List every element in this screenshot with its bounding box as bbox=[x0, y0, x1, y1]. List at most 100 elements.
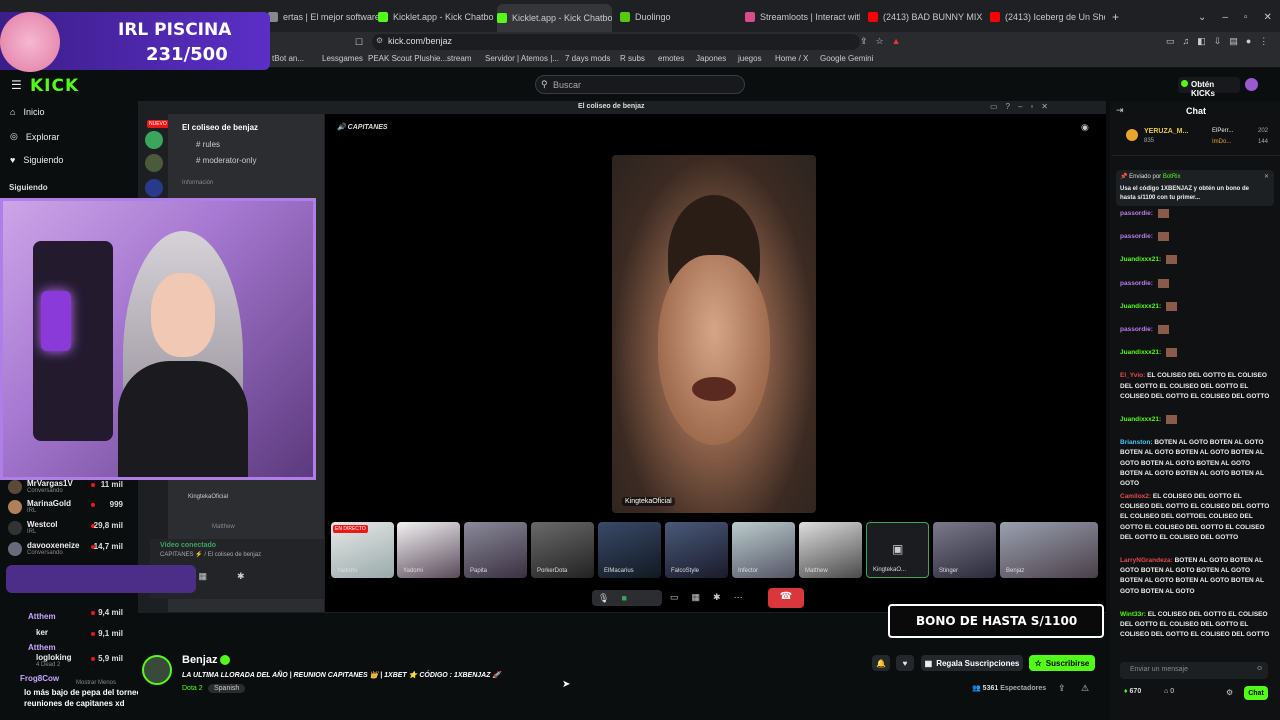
chat-username[interactable]: Juandixxx21: bbox=[1120, 349, 1161, 356]
following-channel[interactable]: MarinaGold IRL 999 bbox=[8, 498, 123, 518]
server-icon[interactable] bbox=[145, 131, 163, 149]
participant-tile[interactable]: PorkerDota bbox=[531, 522, 594, 578]
hamburger-menu-icon[interactable]: ☰ bbox=[11, 78, 22, 92]
music-icon[interactable]: ♫ bbox=[1183, 36, 1190, 47]
emoji-icon[interactable]: ☺ bbox=[1256, 665, 1263, 672]
kicks-balance[interactable]: ⌂ 0 bbox=[1164, 688, 1174, 695]
chat-username[interactable]: passordie: bbox=[1120, 280, 1153, 287]
streamer-avatar[interactable] bbox=[142, 655, 172, 685]
follow-button[interactable]: ♥ bbox=[896, 655, 914, 671]
bookmark-item[interactable]: Japones bbox=[696, 54, 726, 63]
chat-username[interactable]: Brianston: bbox=[1120, 439, 1153, 446]
chat-username[interactable]: Juandixxx21: bbox=[1120, 303, 1161, 310]
menu-icon[interactable]: ⋮ bbox=[1259, 36, 1268, 47]
bookmark-item[interactable]: PEAK Scout Plushie... bbox=[368, 54, 447, 63]
star-icon[interactable]: ☆ bbox=[876, 36, 884, 47]
subscribe-button[interactable]: ☆ Suscribirse bbox=[1029, 655, 1095, 671]
chat-username[interactable]: Camilox2: bbox=[1120, 493, 1151, 500]
bookmark-item[interactable]: juegos bbox=[738, 54, 762, 63]
following-channel[interactable]: Westcol IRL 29,8 mil bbox=[8, 519, 123, 539]
grid-icon[interactable]: ▦ bbox=[199, 571, 208, 582]
browser-tab-active[interactable]: Kicklet.app - Kick Chatbot and Over bbox=[497, 4, 612, 32]
report-icon[interactable]: ⚠ bbox=[1081, 683, 1089, 694]
participant-tile[interactable]: Benjaz bbox=[1000, 522, 1098, 578]
more-options-icon[interactable]: ⋯ bbox=[734, 592, 743, 603]
bookmark-star-icon[interactable]: ☐ bbox=[355, 37, 363, 48]
site-info-icon[interactable]: ⚙ bbox=[376, 36, 383, 45]
chat-username[interactable]: passordie: bbox=[1120, 210, 1153, 217]
bookmark-item[interactable]: tBot an... bbox=[272, 54, 304, 63]
search-input[interactable]: ⚲ Buscar bbox=[535, 75, 745, 94]
download-icon[interactable]: ⇩ bbox=[1214, 36, 1222, 47]
nav-following[interactable]: ♥ Siguiendo bbox=[10, 155, 63, 165]
user-avatar[interactable] bbox=[1245, 78, 1258, 91]
bookmark-item[interactable]: Home / X bbox=[775, 54, 808, 63]
channel-rules[interactable]: # rules bbox=[196, 140, 220, 149]
kick-logo[interactable]: KICK bbox=[30, 76, 79, 96]
notification-button[interactable]: 🔔 bbox=[872, 655, 890, 671]
unpin-icon[interactable]: ✕ bbox=[1264, 173, 1269, 180]
chat-username[interactable]: passordie: bbox=[1120, 233, 1153, 240]
close-icon[interactable]: ✕ bbox=[1264, 12, 1272, 23]
cast-icon[interactable]: ▭ bbox=[1166, 36, 1175, 47]
chat-bubble-icon[interactable]: ◉ bbox=[1081, 122, 1089, 133]
points-balance[interactable]: ♦ 670 bbox=[1124, 688, 1141, 695]
bookmark-item[interactable]: 7 days mods bbox=[565, 54, 610, 63]
bookmark-item[interactable]: stream bbox=[447, 54, 471, 63]
tab-list-icon[interactable]: ⌄ bbox=[1198, 12, 1206, 23]
nav-explore[interactable]: ◎ Explorar bbox=[10, 131, 59, 142]
chat-username[interactable]: Wint33r: bbox=[1120, 611, 1146, 618]
chat-username[interactable]: El_Yvio: bbox=[1120, 372, 1145, 379]
soundboard-icon[interactable]: ✱ bbox=[713, 592, 721, 603]
participant-tile[interactable]: Matthew bbox=[799, 522, 862, 578]
streamer-name[interactable]: Benjaz bbox=[182, 654, 217, 666]
chat-input[interactable]: Enviar un mensaje ☺ bbox=[1120, 662, 1268, 679]
share-icon[interactable]: ⇪ bbox=[860, 36, 868, 47]
activity-icon[interactable]: ✱ bbox=[237, 571, 245, 582]
minimize-icon[interactable]: – bbox=[1222, 12, 1228, 23]
participant-tile[interactable]: Papita bbox=[464, 522, 527, 578]
browser-tab[interactable]: ertas | El mejor software para pote bbox=[268, 6, 378, 28]
participant-tile[interactable]: Yadomi bbox=[397, 522, 460, 578]
chat-username[interactable]: Juandixxx21: bbox=[1120, 416, 1161, 423]
browser-tab[interactable]: (2413) Iceberg de Un Show Más - Yo bbox=[990, 6, 1105, 28]
activities-icon[interactable]: ▦ bbox=[692, 592, 701, 603]
bookmark-item[interactable]: emotes bbox=[658, 54, 684, 63]
camera-icon[interactable]: ■ bbox=[621, 593, 626, 603]
get-kicks-button[interactable]: Obtén KICKs bbox=[1178, 77, 1240, 98]
nav-home[interactable]: ⌂ Inicio bbox=[10, 107, 44, 117]
following-channel[interactable]: 9,4 mil bbox=[8, 606, 123, 626]
url-field[interactable]: ⚙ kick.com/benjaz bbox=[372, 34, 860, 50]
bookmark-item[interactable]: R subs bbox=[620, 54, 645, 63]
following-channel[interactable]: ker 9,1 mil bbox=[8, 627, 123, 647]
extension-icon[interactable]: ▲ bbox=[892, 36, 901, 47]
extensions-icon[interactable]: ◧ bbox=[1197, 36, 1206, 47]
bookmark-item[interactable]: Google Gemini bbox=[820, 54, 873, 63]
participant-tile[interactable]: Stinger bbox=[933, 522, 996, 578]
participant-tile[interactable]: ▣ KingtekaO... bbox=[866, 522, 929, 578]
browser-tab[interactable]: (2413) BAD BUNNY MIX - Lo M bbox=[868, 6, 983, 28]
browser-tab[interactable]: Streamloots | Interact with me | Bali bbox=[745, 6, 860, 28]
participant-tile[interactable]: Infector bbox=[732, 522, 795, 578]
bookmark-item[interactable]: Servidor | Atemos |... bbox=[485, 54, 559, 63]
show-less-link[interactable]: Mostrar Menos bbox=[76, 680, 116, 686]
channel-moderator-only[interactable]: # moderator-only bbox=[196, 156, 256, 165]
chat-username[interactable]: LarryNGrandeza: bbox=[1120, 557, 1173, 564]
screen-share-icon[interactable]: ▭ bbox=[670, 592, 679, 603]
collapse-chat-icon[interactable]: ⇥ bbox=[1116, 105, 1124, 116]
bookmark-item[interactable]: Lessgames bbox=[322, 54, 363, 63]
following-channel[interactable]: davooxeneize Conversando 14,7 mil bbox=[8, 540, 123, 560]
following-channel[interactable]: logloking 4 Dead 2 5,9 mil bbox=[8, 652, 123, 672]
profile-icon[interactable]: ● bbox=[1246, 36, 1251, 47]
participant-tile[interactable]: EN DIRECTO Yadomi bbox=[331, 522, 394, 578]
chat-username[interactable]: Juandixxx21: bbox=[1120, 257, 1161, 264]
share-icon[interactable]: ⇪ bbox=[1058, 683, 1066, 694]
sidepanel-icon[interactable]: ▤ bbox=[1229, 36, 1238, 47]
stream-category[interactable]: Dota 2 bbox=[182, 685, 203, 692]
server-icon[interactable] bbox=[145, 179, 163, 197]
chat-username[interactable]: passordie: bbox=[1120, 326, 1153, 333]
browser-tab[interactable]: Kicklet.app - Kick Chatbot and Over bbox=[378, 6, 493, 28]
main-speaker-video[interactable]: KingtekaOficial bbox=[612, 155, 816, 513]
browser-tab[interactable]: Duolingo bbox=[620, 6, 735, 28]
participant-tile[interactable]: FalcoStyle bbox=[665, 522, 728, 578]
